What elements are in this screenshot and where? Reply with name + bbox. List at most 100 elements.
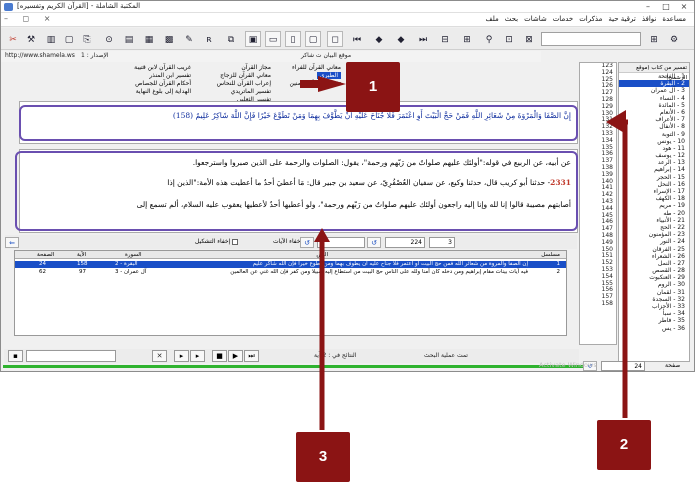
copy-icon[interactable]: ⎘ xyxy=(79,31,95,47)
pencil-icon[interactable]: ✎ xyxy=(181,31,197,47)
tafsir-item[interactable]: الهداية إلى بلوغ النهاية xyxy=(136,88,191,95)
bookshelf-icon[interactable]: ▥ xyxy=(43,31,59,47)
toolbar-search-input[interactable] xyxy=(541,32,641,46)
last-icon[interactable]: ⏭ xyxy=(415,31,431,47)
back-icon[interactable]: ⇐ xyxy=(5,237,19,248)
tafsir-item[interactable]: تفسير ابن المنذر xyxy=(149,72,191,79)
frame-icon[interactable]: ◻ xyxy=(327,31,343,47)
sura-item[interactable]: 19 - مريم xyxy=(619,202,689,209)
sura-item[interactable]: 25 - الفرقان xyxy=(619,246,689,253)
sura-item[interactable]: 9 - التوبة xyxy=(619,131,689,138)
col-aya[interactable]: الآية xyxy=(77,252,86,258)
page-list-item[interactable]: 158 xyxy=(580,300,616,308)
sura-item[interactable]: 11 - هود xyxy=(619,145,689,152)
tafsir-item[interactable]: معاني القرآن للزجاج xyxy=(220,72,271,79)
sura-item[interactable]: 16 - النحل xyxy=(619,181,689,188)
menu-file[interactable]: ملف xyxy=(485,15,498,23)
sura-item[interactable]: 34 - سبأ xyxy=(619,310,689,317)
site-url[interactable]: http://www.shamela.ws xyxy=(5,52,75,59)
panel-icon[interactable]: ▯ xyxy=(285,31,301,47)
col-text[interactable]: النص xyxy=(316,252,328,258)
sura-item[interactable]: 21 - الأنبياء xyxy=(619,217,689,224)
col-serial[interactable]: مسلسل xyxy=(541,252,560,258)
page-icon[interactable]: ▤ xyxy=(121,31,137,47)
mdi-controls[interactable]: – ◻ × xyxy=(4,14,56,23)
menu-search[interactable]: بحث xyxy=(505,15,518,23)
sura-item[interactable]: 31 - لقمان xyxy=(619,289,689,296)
binoculars-icon[interactable]: ⊞ xyxy=(459,31,475,47)
play-icon[interactable]: ▶ xyxy=(228,350,243,362)
refresh-icon-2[interactable]: ↺ xyxy=(367,237,381,248)
sura-item[interactable]: 8 - الأنفال xyxy=(619,123,689,130)
page-input[interactable]: 224 xyxy=(385,237,425,248)
sura-item[interactable]: 20 - طه xyxy=(619,210,689,217)
menu-services[interactable]: خدمات xyxy=(553,15,573,23)
filter-icon[interactable]: ⊡ xyxy=(501,31,517,47)
tafsir-item[interactable]: تفسير الماتريدي xyxy=(231,88,271,95)
stop-icon[interactable]: ■ xyxy=(212,350,227,362)
sura-item[interactable]: 17 - الإسراء xyxy=(619,188,689,195)
first-icon[interactable]: ⏮ xyxy=(349,31,365,47)
save-icon[interactable]: ⊠ xyxy=(521,31,537,47)
sura-item[interactable]: 22 - الحج xyxy=(619,224,689,231)
clear-icon[interactable]: ✕ xyxy=(152,350,167,362)
minus-icon[interactable]: ▸ xyxy=(174,350,189,362)
close-book-icon-2[interactable]: ⊟ xyxy=(437,31,453,47)
plus-icon[interactable]: ▸ xyxy=(190,350,205,362)
sura-item[interactable]: 14 - إبراهيم xyxy=(619,166,689,173)
sura-item[interactable]: 15 - الحجر xyxy=(619,174,689,181)
tafsir-item[interactable]: غريب القرآن لابن قتيبة xyxy=(134,64,191,71)
open-book-icon[interactable]: ▢ xyxy=(61,31,77,47)
hide-diacritics-checkbox[interactable]: إخفاء التشكيل xyxy=(195,238,239,245)
menu-windows[interactable]: نوافذ xyxy=(642,15,657,23)
menu-notes[interactable]: مذكرات xyxy=(579,15,602,23)
split-icon[interactable]: ▭ xyxy=(265,31,281,47)
maximize-button[interactable]: □ xyxy=(657,1,675,13)
sura-item[interactable]: 1 - الفاتحة xyxy=(619,73,689,80)
tafsir-item[interactable]: تفسير ابن أبي زمنين xyxy=(290,80,341,87)
table-row[interactable]: 1 إن الصفا والمروة من شعائر الله فمن حج … xyxy=(15,261,566,268)
index-icon[interactable]: ⊙ xyxy=(101,31,117,47)
settings-icon[interactable]: ⚙ xyxy=(666,31,682,47)
sura-item[interactable]: 10 - يونس xyxy=(619,138,689,145)
map-icon[interactable]: ▦ xyxy=(141,31,157,47)
menu-live-update[interactable]: ترقية حية xyxy=(608,15,635,23)
close-window-button[interactable]: × xyxy=(675,1,693,13)
prev-icon[interactable]: ◆ xyxy=(371,31,387,47)
minimize-button[interactable]: – xyxy=(639,1,657,13)
sura-item[interactable]: 35 - فاطر xyxy=(619,317,689,324)
tafsir-item[interactable]: معاني القرآن للفراء xyxy=(292,64,341,71)
sura-item[interactable]: 27 - النمل xyxy=(619,260,689,267)
tools-icon[interactable]: ⚒ xyxy=(23,31,39,47)
next-icon[interactable]: ◆ xyxy=(393,31,409,47)
close-book-icon[interactable]: ✂ xyxy=(5,31,21,47)
tab-label[interactable]: موقع البيان ت شاكر xyxy=(301,52,351,59)
sura-item[interactable]: 13 - الرعد xyxy=(619,159,689,166)
col-page[interactable]: الصفحة xyxy=(37,252,54,258)
sura-item[interactable]: 29 - العنكبوت xyxy=(619,274,689,281)
tafsir-item[interactable]: إعراب القرآن للنحاس xyxy=(217,80,271,87)
search-icon[interactable]: ⚲ xyxy=(481,31,497,47)
sura-item[interactable]: 3 - آل عمران xyxy=(619,87,689,94)
col-sura[interactable]: السورة xyxy=(125,252,142,258)
menu-screens[interactable]: شاشات xyxy=(524,15,547,23)
results-filter-input[interactable] xyxy=(26,350,116,362)
sura-item[interactable]: 30 - الروم xyxy=(619,281,689,288)
part-input[interactable]: 3 xyxy=(429,237,455,248)
sura-item[interactable]: 32 - السجدة xyxy=(619,296,689,303)
sura-item[interactable]: 23 - المؤمنون xyxy=(619,231,689,238)
grid-icon[interactable]: ▩ xyxy=(161,31,177,47)
view-icon[interactable]: ▣ xyxy=(245,31,261,47)
toggle-icon[interactable]: ⊞ xyxy=(646,31,662,47)
tafsir-item-selected[interactable]: الطبري xyxy=(316,72,341,79)
sura-item[interactable]: 5 - المائدة xyxy=(619,102,689,109)
sura-item[interactable]: 36 - يس xyxy=(619,325,689,332)
sura-item[interactable]: 24 - النور xyxy=(619,238,689,245)
sura-item[interactable]: 4 - النساء xyxy=(619,95,689,102)
font-icon[interactable]: ʀ xyxy=(201,31,217,47)
menu-help[interactable]: مساعدة xyxy=(662,15,686,23)
last-result-icon[interactable]: ⏭ xyxy=(244,350,259,362)
sura-item[interactable]: 28 - القصص xyxy=(619,267,689,274)
table-row[interactable]: 2 فيه آيات بينات مقام إبراهيم ومن دخله ك… xyxy=(15,269,566,276)
tafsir-item[interactable]: أحكام القرآن للجصاص xyxy=(135,80,191,87)
